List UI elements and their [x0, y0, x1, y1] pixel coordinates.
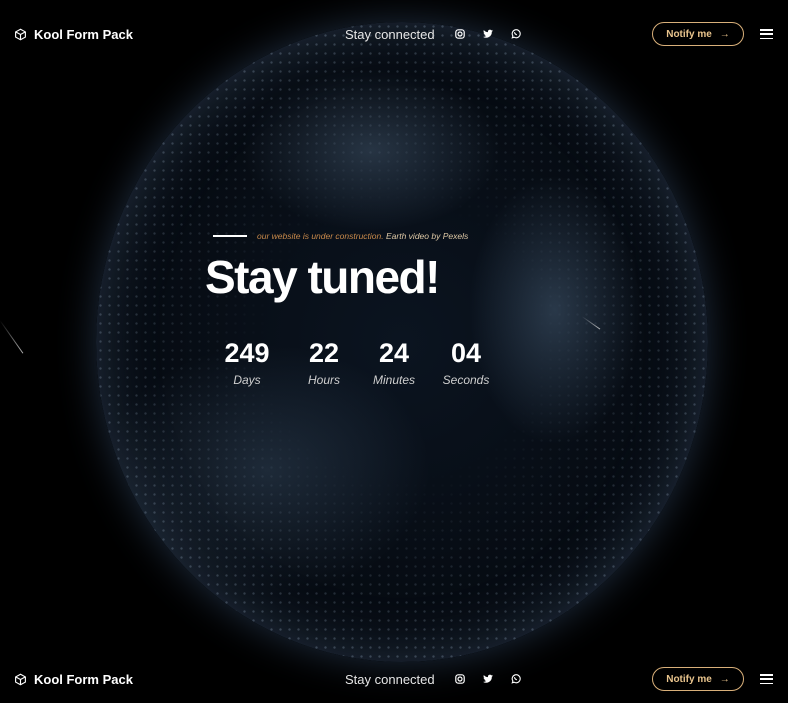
stay-connected-text: Stay connected — [345, 671, 435, 687]
tagline-dash — [213, 235, 247, 237]
hamburger-menu-icon[interactable] — [760, 674, 773, 684]
minutes-value: 24 — [378, 338, 410, 368]
twitter-icon[interactable] — [482, 29, 493, 39]
light-streak — [0, 320, 24, 354]
brand-name: Kool Form Pack — [34, 671, 133, 687]
notify-me-label: Notify me — [666, 28, 712, 40]
brand-logo[interactable]: Kool Form Pack — [14, 672, 133, 687]
countdown-days: 249 Days — [207, 338, 287, 387]
social-nav: Stay connected — [345, 672, 539, 687]
construction-notice: our website is under construction. Earth… — [213, 231, 468, 241]
construction-note: our website is under construction. — [257, 231, 384, 241]
seconds-value: 04 — [450, 338, 482, 368]
cube-icon — [15, 673, 26, 685]
instagram-icon[interactable] — [454, 29, 465, 39]
days-label: Days — [233, 373, 261, 387]
stay-connected-text: Stay connected — [345, 26, 435, 42]
hours-value: 22 — [308, 338, 340, 368]
page-title: Stay tuned! — [205, 251, 440, 303]
hamburger-menu-icon[interactable] — [760, 29, 773, 39]
video-credit-link[interactable]: Earth video by Pexels — [386, 231, 468, 241]
whatsapp-icon[interactable] — [511, 674, 521, 684]
brand-name: Kool Form Pack — [34, 26, 133, 42]
arrow-right-icon: → — [719, 673, 730, 685]
notify-me-button[interactable]: Notify me → — [652, 667, 744, 691]
days-value: 249 — [224, 338, 270, 368]
minutes-label: Minutes — [372, 373, 416, 387]
brand-logo[interactable]: Kool Form Pack — [14, 27, 133, 42]
notify-me-button[interactable]: Notify me → — [652, 22, 744, 46]
instagram-icon[interactable] — [454, 674, 465, 684]
cube-icon — [15, 28, 26, 40]
notify-me-label: Notify me — [666, 673, 712, 685]
countdown-minutes: 24 Minutes — [354, 338, 434, 387]
social-nav: Stay connected — [345, 27, 539, 42]
countdown-seconds: 04 Seconds — [426, 338, 506, 387]
bottom-header: Kool Form Pack Stay connected Notify me … — [0, 655, 788, 703]
whatsapp-icon[interactable] — [511, 29, 521, 39]
hours-label: Hours — [307, 373, 340, 387]
twitter-icon[interactable] — [482, 674, 493, 684]
arrow-right-icon: → — [719, 28, 730, 40]
countdown-hours: 22 Hours — [284, 338, 364, 387]
seconds-label: Seconds — [442, 373, 490, 387]
top-header: Kool Form Pack Stay connected Notify me … — [0, 10, 788, 58]
